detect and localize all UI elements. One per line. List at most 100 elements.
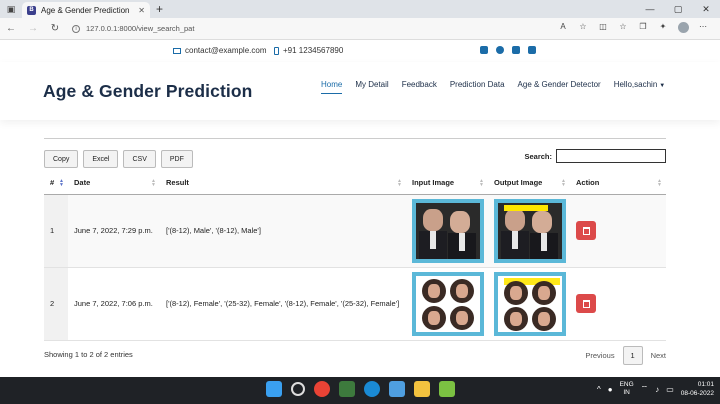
site-info-icon[interactable]: i xyxy=(72,24,80,33)
nav-user-menu[interactable]: Hello,sachin ▼ xyxy=(614,80,666,94)
facebook-icon[interactable] xyxy=(496,46,504,54)
search-icon[interactable] xyxy=(291,382,305,396)
workspaces-icon[interactable]: ▣ xyxy=(0,0,22,18)
search-input[interactable] xyxy=(556,149,666,163)
delete-button[interactable] xyxy=(576,221,596,240)
profile-avatar[interactable] xyxy=(676,22,690,35)
top-contact-bar: contact@example.com +91 1234567890 xyxy=(0,40,720,62)
chevron-down-icon: ▼ xyxy=(659,83,666,89)
more-menu-icon[interactable]: ⋯ xyxy=(696,22,710,35)
nav-home[interactable]: Home xyxy=(321,80,343,94)
envelope-icon xyxy=(173,47,181,54)
column-label: Result xyxy=(166,178,189,188)
input-image[interactable] xyxy=(412,271,484,336)
url-text: 127.0.0.1:8000/view_search_pat xyxy=(86,24,195,33)
contact-phone[interactable]: +91 1234567890 xyxy=(274,46,343,55)
page-1-button[interactable]: 1 xyxy=(622,346,643,365)
output-image[interactable] xyxy=(494,271,566,336)
clock-time: 01:01 xyxy=(697,381,714,388)
nav-prediction-data[interactable]: Prediction Data xyxy=(450,80,505,94)
prediction-overlay-label xyxy=(504,204,548,211)
output-image[interactable] xyxy=(494,198,566,263)
output-image-photo xyxy=(498,202,562,259)
edge-icon[interactable] xyxy=(364,381,380,397)
site-brand[interactable]: Age & Gender Prediction xyxy=(43,81,252,102)
contact-email[interactable]: contact@example.com xyxy=(173,46,267,55)
security-icon[interactable]: ● xyxy=(608,385,613,394)
linkedin-icon[interactable] xyxy=(528,46,536,54)
row-date: June 7, 2022, 7:29 p.m. xyxy=(68,194,160,268)
row-date: June 7, 2022, 7:06 p.m. xyxy=(68,267,160,341)
row-number: 2 xyxy=(44,267,68,341)
prediction-table: # ▲ ▼ Date ▲ ▼ Result ▲ ▼ Input Image ▲ ▼ Output… xyxy=(44,172,666,341)
split-screen-icon[interactable]: ◫ xyxy=(596,22,610,35)
app-icon[interactable] xyxy=(439,381,455,397)
sort-asc-icon: ▲ ▼ xyxy=(59,178,64,188)
reload-icon[interactable]: ↻ xyxy=(44,23,66,34)
windows-start-icon[interactable] xyxy=(266,381,282,397)
file-explorer-icon[interactable] xyxy=(414,381,430,397)
clock[interactable]: 01:01 08-06-2022 xyxy=(681,380,714,398)
new-tab-icon[interactable]: + xyxy=(156,2,163,16)
collections-icon[interactable]: ❐ xyxy=(636,22,650,35)
taskbar: ^ ● ENG IN ⌔ ♪ ▭ 01:01 08-06-2022 xyxy=(0,377,720,404)
tab-title: Age & Gender Prediction xyxy=(41,5,130,15)
entries-info: Showing 1 to 2 of 2 entries xyxy=(44,350,133,359)
forward-icon[interactable]: → xyxy=(22,23,44,34)
column-label: Date xyxy=(74,178,91,188)
nav-my-detail[interactable]: My Detail xyxy=(355,80,388,94)
excel-button[interactable]: Excel xyxy=(83,150,119,168)
column-header-input-image[interactable]: Input Image ▲ ▼ xyxy=(406,172,488,195)
instagram-icon[interactable] xyxy=(512,46,520,54)
url-field[interactable]: i 127.0.0.1:8000/view_search_pat xyxy=(72,24,556,33)
read-aloud-icon[interactable]: A xyxy=(556,22,570,35)
twitter-icon[interactable] xyxy=(480,46,488,54)
input-image-photo xyxy=(416,202,480,259)
browser-tab[interactable]: B Age & Gender Prediction ✕ xyxy=(22,2,150,18)
back-icon[interactable]: ← xyxy=(0,23,22,34)
nav-feedback[interactable]: Feedback xyxy=(402,80,437,94)
column-header-output-image[interactable]: Output Image ▲ ▼ xyxy=(488,172,570,195)
notepad-icon[interactable] xyxy=(389,381,405,397)
column-header-result[interactable]: Result ▲ ▼ xyxy=(160,172,406,195)
taskbar-apps xyxy=(266,381,455,397)
window-controls: — ▢ ✕ xyxy=(636,0,720,18)
csv-button[interactable]: CSV xyxy=(123,150,156,168)
pdf-button[interactable]: PDF xyxy=(160,150,193,168)
input-image-cell xyxy=(406,194,488,268)
table-search: Search: xyxy=(524,149,666,163)
column-header-action[interactable]: Action ▲ ▼ xyxy=(570,172,666,195)
web-page: contact@example.com +91 1234567890 Age &… xyxy=(0,40,720,377)
input-image[interactable] xyxy=(412,198,484,263)
sort-icon: ▲ ▼ xyxy=(561,178,566,188)
nav-age-gender-detector[interactable]: Age & Gender Detector xyxy=(518,80,601,94)
close-window-icon[interactable]: ✕ xyxy=(692,0,720,18)
previous-page-button[interactable]: Previous xyxy=(585,351,614,360)
battery-icon[interactable]: ▭ xyxy=(666,385,674,394)
column-label: Input Image xyxy=(412,178,455,188)
language-indicator[interactable]: ENG IN xyxy=(620,381,634,397)
extensions-icon[interactable]: ✦ xyxy=(656,22,670,35)
volume-icon[interactable]: ♪ xyxy=(655,385,659,394)
chevron-up-icon[interactable]: ^ xyxy=(597,385,601,394)
site-favicon-icon: B xyxy=(27,5,36,15)
copy-button[interactable]: Copy xyxy=(44,150,79,168)
minimize-icon[interactable]: — xyxy=(636,0,664,18)
sort-icon: ▲ ▼ xyxy=(397,178,402,188)
next-page-button[interactable]: Next xyxy=(651,351,666,360)
table-footer: Showing 1 to 2 of 2 entries Previous 1 N… xyxy=(44,346,666,366)
column-label: Output Image xyxy=(494,178,543,188)
favorites-icon[interactable]: ☆ xyxy=(616,22,630,35)
favorite-star-icon[interactable]: ☆ xyxy=(576,22,590,35)
close-tab-icon[interactable]: ✕ xyxy=(138,6,145,15)
column-label: Action xyxy=(576,178,600,188)
column-header-number[interactable]: # ▲ ▼ xyxy=(44,172,68,195)
delete-button[interactable] xyxy=(576,294,596,313)
maximize-icon[interactable]: ▢ xyxy=(664,0,692,18)
column-header-date[interactable]: Date ▲ ▼ xyxy=(68,172,160,195)
search-label: Search: xyxy=(524,151,552,161)
clock-date: 08-06-2022 xyxy=(680,390,714,397)
pycharm-icon[interactable] xyxy=(339,381,355,397)
wifi-icon[interactable]: ⌔ xyxy=(641,384,649,394)
chrome-icon[interactable] xyxy=(314,381,330,397)
